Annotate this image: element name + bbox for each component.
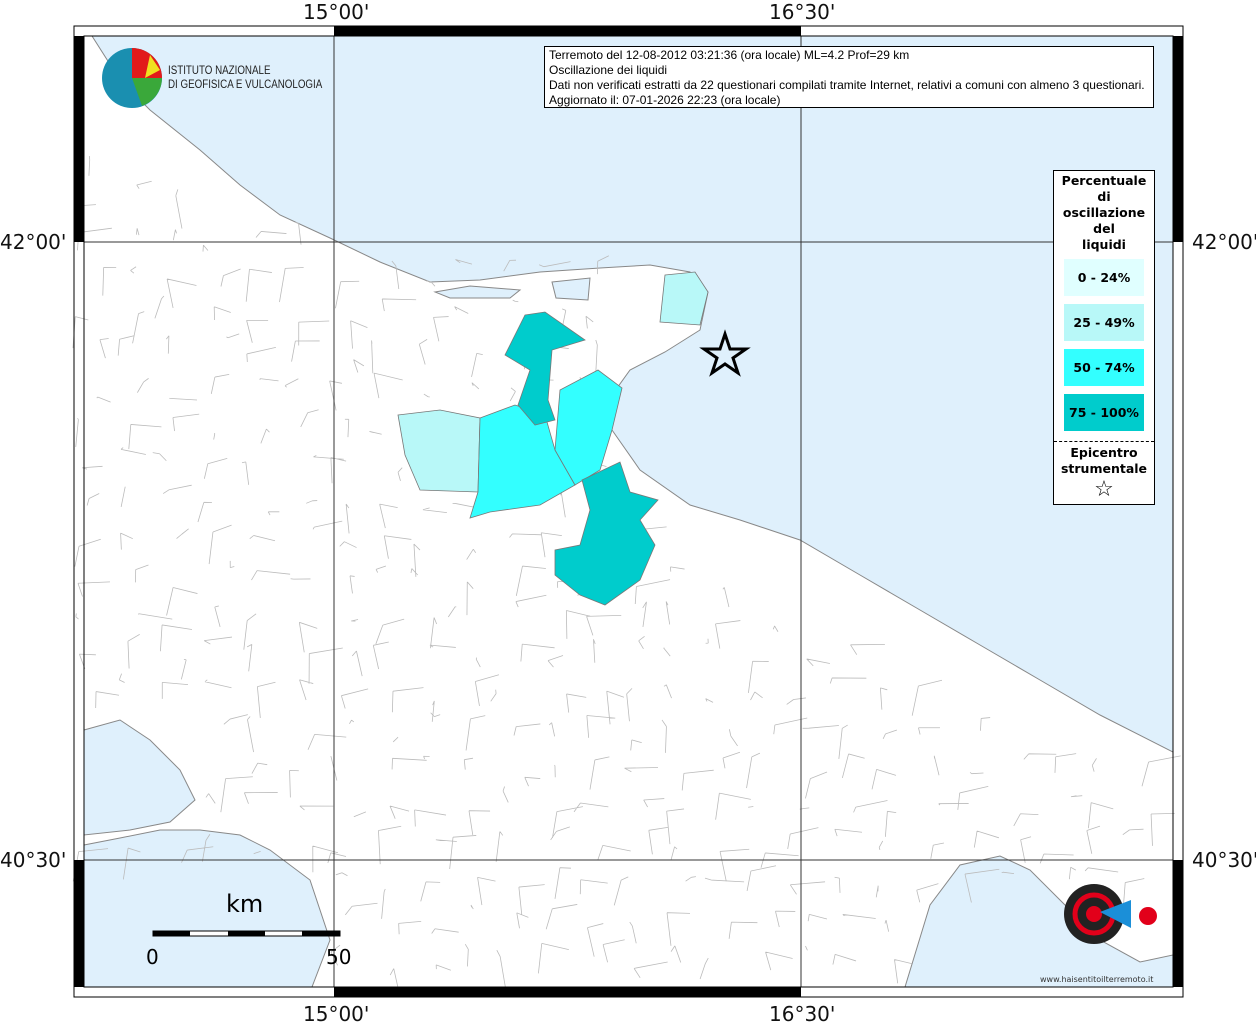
legend-epicenter-label: Epicentro strumentale: [1054, 445, 1154, 477]
scale-max: 50: [326, 945, 352, 969]
lon-label-top-1500: 15°00': [303, 0, 370, 24]
legend-class-25-49: 25 - 49%: [1064, 304, 1144, 341]
legend-class-50-74: 50 - 74%: [1064, 349, 1144, 386]
title-event: Terremoto del 12-08-2012 03:21:36 (ora l…: [549, 48, 910, 62]
scale-bar: [152, 930, 341, 937]
ingv-logo-text: ISTITUTO NAZIONALE DI GEOFISICA E VULCAN…: [168, 64, 322, 92]
legend-class-0-24: 0 - 24%: [1064, 259, 1144, 296]
title-box: Terremoto del 12-08-2012 03:21:36 (ora l…: [544, 46, 1154, 108]
hsit-logo-text: www.haisentitoilterremoto.it: [1040, 975, 1154, 984]
lat-label-left-4200: 42°00': [0, 230, 67, 254]
legend-epicenter-line: strumentale: [1060, 461, 1148, 476]
legend-title-line: del: [1093, 221, 1115, 236]
legend-title-line: liquidi: [1082, 237, 1126, 252]
lat-label-right-4030: 40°30': [1192, 848, 1256, 872]
scale-min: 0: [146, 945, 159, 969]
map[interactable]: [0, 0, 1256, 1024]
lon-label-bottom-1500: 15°00': [303, 1002, 370, 1026]
title-source: Dati non verificati estratti da 22 quest…: [549, 78, 1145, 92]
legend-title-line: di: [1097, 189, 1111, 204]
lon-label-bottom-1630: 16°30': [769, 1002, 836, 1026]
lat-label-left-4030: 40°30': [0, 848, 67, 872]
legend-class-75-100: 75 - 100%: [1064, 394, 1144, 431]
star-icon: ☆: [1094, 477, 1114, 502]
ingv-line1: ISTITUTO NAZIONALE: [168, 65, 271, 77]
lat-label-right-4200: 42°00': [1192, 230, 1256, 254]
title-parameter: Oscillazione dei liquidi: [549, 63, 668, 77]
lon-label-top-1630: 16°30': [769, 0, 836, 24]
legend: Percentuale di oscillazione del liquidi …: [1053, 170, 1155, 505]
legend-epicenter-line: Epicentro: [1070, 445, 1138, 460]
ingv-globe-icon: [102, 48, 162, 108]
title-updated: Aggiornato il: 07-01-2026 22:23 (ora loc…: [549, 93, 781, 107]
legend-title-line: Percentuale: [1061, 173, 1147, 188]
legend-title-line: oscillazione: [1062, 205, 1146, 220]
scale-unit: km: [226, 890, 264, 918]
legend-title: Percentuale di oscillazione del liquidi: [1054, 173, 1154, 253]
legend-divider: [1054, 441, 1154, 442]
ingv-line2: DI GEOFISICA E VULCANOLOGIA: [168, 79, 323, 91]
